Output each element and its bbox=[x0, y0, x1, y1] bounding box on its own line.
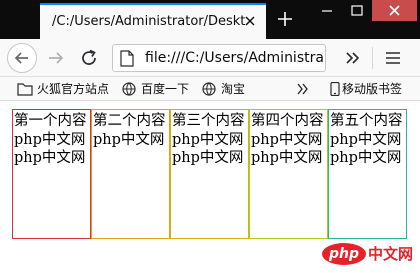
back-button[interactable] bbox=[7, 43, 37, 73]
box-title: 第二个内容 bbox=[93, 113, 166, 129]
globe-icon bbox=[122, 82, 136, 96]
content-box: 第一个内容 php中文网 php中文网 bbox=[12, 109, 91, 239]
php-logo: php bbox=[322, 243, 366, 265]
url-bar[interactable]: file:///C:/Users/Administrator/Desktop/ bbox=[112, 44, 326, 72]
box-line: php中文网 bbox=[251, 131, 323, 148]
window-maximize-button[interactable] bbox=[342, 0, 372, 21]
watermark-text: 中文网 bbox=[368, 245, 414, 263]
box-line: php中文网 bbox=[330, 150, 402, 166]
site-watermark: php 中文网 bbox=[322, 242, 416, 268]
tab-title: /C:/Users/Administrator/Desktop/ bbox=[52, 14, 246, 29]
active-tab-indicator bbox=[40, 3, 266, 5]
box-title: 第五个内容 bbox=[330, 113, 403, 129]
bookmark-label: 移动版书签 bbox=[342, 82, 403, 96]
toolbar-separator bbox=[372, 47, 373, 69]
arrow-left-icon bbox=[14, 52, 28, 64]
bookmark-label: 火狐官方站点 bbox=[37, 82, 110, 96]
box-line: php中文网 bbox=[172, 131, 244, 148]
content-box: 第三个内容 php中文网 php中文网 bbox=[170, 109, 249, 239]
bookmark-label: 淘宝 bbox=[221, 82, 246, 96]
url-text[interactable]: file:///C:/Users/Administrator/Desktop/ bbox=[145, 48, 323, 68]
bookmarks-toolbar: 火狐官方站点 百度一下 淘宝 移动版书签 bbox=[0, 77, 420, 101]
mobile-icon bbox=[330, 82, 340, 96]
window-minimize-button[interactable] bbox=[312, 0, 342, 21]
box-line: php中文网 bbox=[251, 150, 323, 166]
close-window-icon bbox=[389, 5, 400, 16]
box-line: php中文网 bbox=[93, 131, 165, 148]
double-chevron-right-icon[interactable] bbox=[296, 82, 310, 96]
box-title: 第三个内容 bbox=[172, 113, 245, 129]
box-line: php中文网 bbox=[14, 131, 86, 148]
box-line: php中文网 bbox=[330, 131, 402, 148]
folder-icon bbox=[17, 83, 33, 96]
page-content: 第一个内容 php中文网 php中文网 第二个内容 php中文网 第三个内容 p… bbox=[0, 101, 420, 273]
double-chevron-right-icon[interactable] bbox=[344, 50, 362, 66]
bookmark-label: 百度一下 bbox=[141, 82, 190, 96]
content-box: 第五个内容 php中文网 php中文网 bbox=[328, 109, 407, 239]
box-title: 第一个内容 bbox=[14, 113, 87, 129]
new-tab-plus-icon[interactable] bbox=[276, 10, 294, 28]
content-box: 第四个内容 php中文网 php中文网 bbox=[249, 109, 328, 239]
reload-icon[interactable] bbox=[78, 47, 100, 69]
minimize-icon bbox=[322, 10, 332, 12]
page-icon bbox=[120, 50, 134, 67]
arrow-right-icon[interactable] bbox=[45, 47, 67, 69]
globe-icon bbox=[202, 82, 216, 96]
box-line: php中文网 bbox=[172, 150, 244, 166]
content-box: 第二个内容 php中文网 bbox=[91, 109, 170, 239]
tab-strip: /C:/Users/Administrator/Desktop/ bbox=[0, 0, 420, 39]
hamburger-menu-icon[interactable] bbox=[384, 50, 402, 66]
browser-tab[interactable]: /C:/Users/Administrator/Desktop/ bbox=[40, 3, 266, 39]
close-icon[interactable] bbox=[242, 13, 258, 29]
navigation-toolbar: file:///C:/Users/Administrator/Desktop/ bbox=[0, 39, 420, 77]
box-line: php中文网 bbox=[14, 150, 86, 166]
window-close-button[interactable] bbox=[372, 0, 417, 21]
box-title: 第四个内容 bbox=[251, 113, 324, 129]
maximize-icon bbox=[351, 5, 363, 16]
